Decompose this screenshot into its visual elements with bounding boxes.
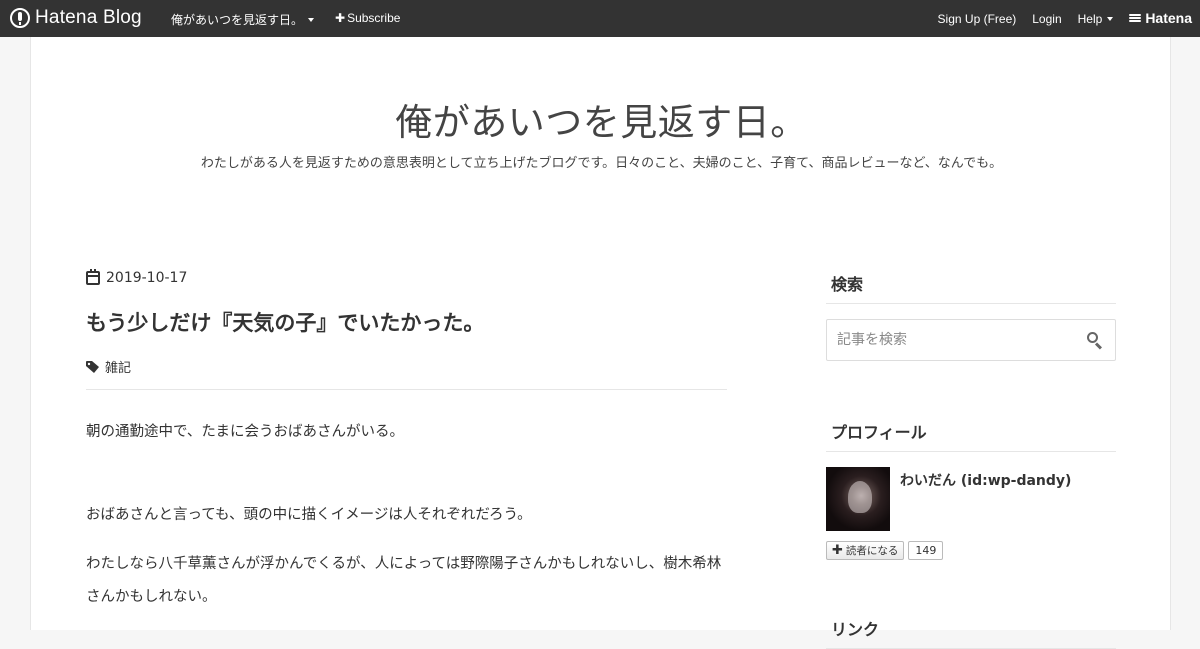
help-label: Help [1077, 11, 1103, 26]
reader-count[interactable]: 149 [908, 541, 944, 560]
entry-date[interactable]: 2019-10-17 [86, 269, 188, 286]
entry-category[interactable]: 雑記 [86, 357, 131, 376]
subscribe-label: Subscribe [347, 11, 401, 25]
search-input[interactable] [827, 320, 1077, 360]
login-link[interactable]: Login [1032, 12, 1061, 26]
entry-paragraph: おばあさんと言っても、頭の中に描くイメージは人それぞれだろう。 [86, 507, 532, 523]
search-box [826, 319, 1116, 361]
header-right-nav: Sign Up (Free) Login Help Hatena [922, 10, 1192, 26]
profile-name[interactable]: わいだん (id:wp-dandy) [900, 470, 1071, 531]
entry-divider [86, 389, 727, 390]
entry-date-text: 2019-10-17 [106, 270, 188, 286]
reader-row: ✚ 読者になる 149 [826, 541, 1116, 560]
entry-category-label: 雑記 [105, 361, 132, 376]
global-header: Hatena Blog 俺があいつを見返す日。 ✚ Subscribe Sign… [0, 0, 1200, 37]
subscribe-reader-button[interactable]: ✚ 読者になる [826, 541, 905, 560]
reader-button-label: 読者になる [845, 545, 899, 557]
sidebar-profile-module: プロフィール わいだん (id:wp-dandy) ✚ 読者になる 149 [826, 419, 1116, 560]
entry-paragraph: わたしなら八千草薫さんが浮かんでくるが、人によっては野際陽子さんかもしれないし、… [86, 556, 722, 605]
hatena-blog-logo-icon [10, 8, 30, 28]
signup-link[interactable]: Sign Up (Free) [938, 12, 1017, 26]
plus-icon: ✚ [335, 11, 346, 25]
caret-down-icon [308, 17, 315, 22]
hatena-logo-icon [1129, 14, 1142, 22]
hatena-logo[interactable]: Hatena [1129, 10, 1192, 26]
profile-heading: プロフィール [826, 419, 1116, 452]
plus-icon: ✚ [832, 543, 843, 558]
hatena-blog-logo-text: Hatena Blog [35, 7, 142, 28]
entry-paragraph: 朝の通勤途中で、たまに会うおばあさんがいる。 [86, 424, 404, 440]
entry-title[interactable]: もう少しだけ『天気の子』でいたかった。 [86, 307, 484, 337]
links-heading: リンク [826, 616, 1116, 649]
blog-menu-dropdown[interactable]: 俺があいつを見返す日。 [171, 11, 315, 28]
sidebar-search-module: 検索 [826, 271, 1116, 361]
tag-icon [86, 360, 99, 373]
blog-title[interactable]: 俺があいつを見返す日。 [31, 92, 1172, 146]
sidebar-links-module: リンク [826, 616, 1116, 649]
profile-row: わいだん (id:wp-dandy) [826, 467, 1116, 531]
blog-container: 俺があいつを見返す日。 わたしがある人を見返すための意思表明として立ち上げたブロ… [30, 37, 1172, 649]
search-heading: 検索 [826, 271, 1116, 304]
avatar[interactable] [826, 467, 890, 531]
subscribe-button[interactable]: ✚ Subscribe [335, 11, 400, 25]
hatena-blog-logo[interactable]: Hatena Blog [10, 7, 142, 29]
search-icon[interactable] [1087, 332, 1103, 350]
hatena-logo-text: Hatena [1145, 10, 1192, 26]
blog-menu-label: 俺があいつを見返す日。 [171, 13, 304, 27]
caret-down-icon [1107, 16, 1114, 21]
calendar-icon [86, 269, 100, 285]
help-menu[interactable]: Help [1078, 12, 1114, 26]
entry-body: 朝の通勤途中で、たまに会うおばあさんがいる。 おばあさんと言っても、頭の中に描く… [86, 416, 727, 614]
blog-description: わたしがある人を見返すための意思表明として立ち上げたブログです。日々のこと、夫婦… [200, 156, 1003, 171]
